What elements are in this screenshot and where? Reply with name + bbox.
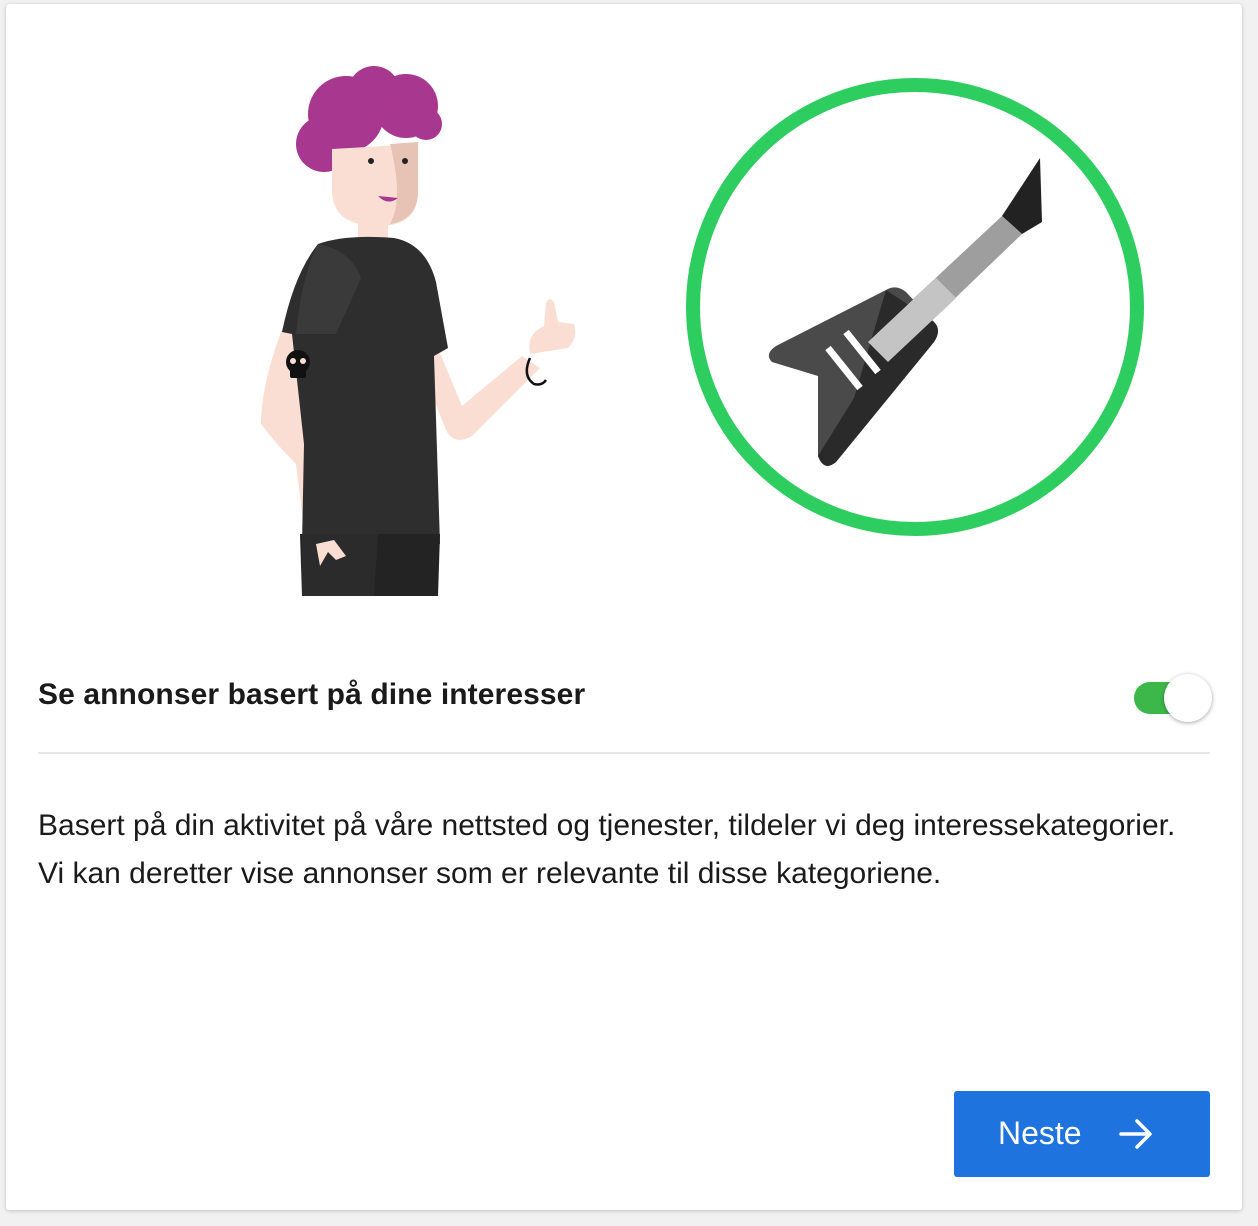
interest-ads-toggle[interactable] [1134, 674, 1216, 724]
next-button[interactable]: Neste [954, 1091, 1210, 1177]
illustration [6, 4, 1242, 624]
next-button-label: Neste [998, 1115, 1082, 1151]
arrow-right-icon [1119, 1119, 1152, 1149]
interest-ads-setting: Se annonser basert på dine interesser [38, 664, 1212, 732]
electric-guitar-icon [686, 78, 1144, 536]
setting-label: Se annonser basert på dine interesser [38, 678, 586, 711]
dialog-card: Se annonser basert på dine interesser Ba… [6, 4, 1242, 1210]
toggle-knob [1164, 674, 1212, 722]
description-text: Basert på din aktivitet på våre nettsted… [38, 809, 1176, 890]
divider [38, 752, 1210, 754]
